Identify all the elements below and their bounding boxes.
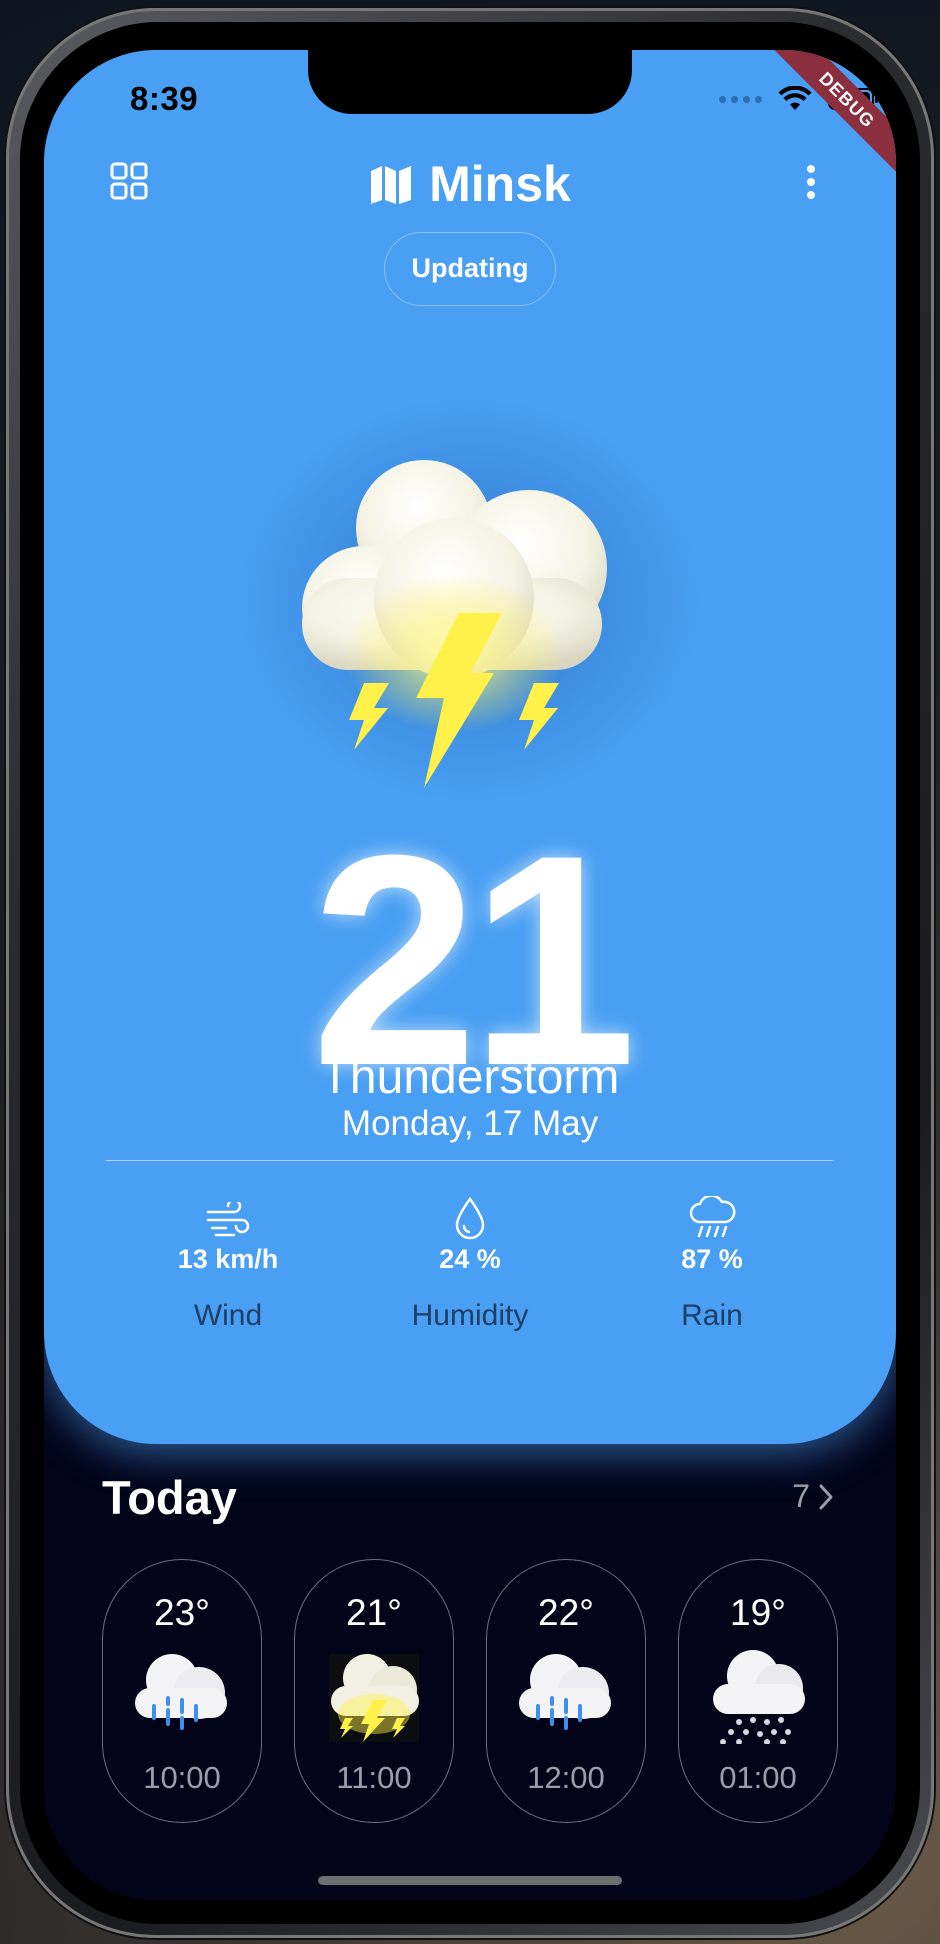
wind-label: Wind [193,1299,263,1332]
city-name: Minsk [429,156,571,212]
divider [106,1160,834,1161]
hourly-card[interactable]: 22° 12:00 [486,1559,646,1823]
hourly-time: 12:00 [527,1760,605,1795]
more-options-icon[interactable] [806,164,816,200]
seven-day-link[interactable]: 7 [792,1478,834,1515]
wind-value: 13 km/h [177,1244,279,1274]
hourly-card[interactable]: 21° 11:00 [294,1559,454,1823]
wind-icon [206,1202,250,1237]
thunder-cloud-icon [329,1654,419,1742]
status-time: 8:39 [130,80,199,117]
city-title[interactable]: Minsk [44,155,896,213]
home-indicator[interactable] [318,1876,622,1885]
rain-cloud-icon [689,1196,736,1238]
rain-label: Rain [681,1299,743,1332]
hourly-time: 01:00 [719,1760,797,1795]
snow-cloud-icon [713,1650,805,1744]
hourly-temp: 23° [154,1592,210,1633]
current-date: Monday, 17 May [341,1104,599,1143]
hourly-temp: 19° [730,1592,786,1633]
humidity-label: Humidity [411,1299,529,1332]
hourly-time: 10:00 [143,1760,221,1795]
humidity-value: 24 % [439,1244,501,1274]
chevron-right-icon [819,1484,833,1509]
today-title: Today [102,1471,237,1524]
wifi-icon [778,86,812,110]
hourly-temp: 21° [346,1592,402,1633]
notch [308,50,632,114]
hourly-time: 11:00 [336,1760,412,1795]
hourly-card[interactable]: 23° 10:00 [102,1559,262,1823]
rain-cloud-icon [519,1654,611,1730]
weather-condition: Thunderstorm [320,1051,620,1104]
stat-humidity: 24 % Humidity [360,1190,580,1333]
signal-dots-icon [719,95,762,103]
stat-wind: 13 km/h Wind [118,1190,338,1333]
seven-day-label: 7 [792,1478,810,1514]
hourly-temp: 22° [538,1592,594,1633]
rain-cloud-icon [135,1654,227,1730]
humidity-drop-icon [455,1196,485,1240]
map-icon [371,166,412,204]
updating-status-pill: Updating [384,232,556,306]
hourly-card[interactable]: 19° 01:00 [678,1559,838,1823]
rain-value: 87 % [681,1244,743,1274]
app-screen: 8:39 DEBUG Minsk Updating 21 Thunderstor… [44,50,896,1900]
current-weather-card: 8:39 DEBUG Minsk Updating 21 Thunderstor… [44,50,896,1444]
stat-rain: 87 % Rain [602,1190,822,1333]
